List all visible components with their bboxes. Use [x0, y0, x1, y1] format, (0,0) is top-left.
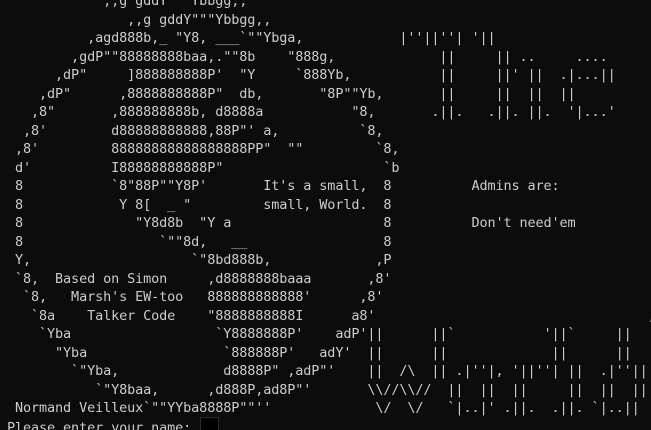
banner-line: ,8" ,888888888b, d8888a "8, .||. .||. ||… — [31, 104, 616, 120]
banner-line: 8 `""8d, __ 8 — [15, 233, 392, 250]
banner-line: "Yba `888888P' adY' || || || || — [55, 344, 632, 361]
banner-line: `8, Marsh's EW-too 888888888888' ,8' — [23, 289, 384, 305]
banner-line: 8 `8"88P""Y8P' It's a small, 8 Admins ar… — [15, 178, 560, 194]
banner-line: ,8' 88888888888888888PP" "" `8, — [15, 141, 400, 157]
banner-line: 8 "Y8d8b "Y a 8 Don't need'em — [15, 215, 576, 231]
text-cursor — [200, 416, 220, 430]
banner-line: `8a Talker Code "8888888888I a8' , — [31, 307, 651, 324]
banner-line: `"Yba, d8888P" ,adP"' || /\ || .|''|, '|… — [71, 363, 648, 379]
banner-line: Normand Veilleux`""YYba8888P""'' \/ \/ `… — [15, 400, 640, 416]
terminal-window[interactable]: ,,g gddY"""Ybbgg,, ,,g gddY"""Ybbgg,, ,a… — [7, 0, 651, 430]
banner-line: ,gdP""88888888baa,.""8b "888g, || || .. … — [71, 48, 608, 65]
talker-welcome-banner: ,,g gddY"""Ybbgg,, ,,g gddY"""Ybbgg,, ,a… — [7, 0, 651, 418]
name-prompt-label: Please enter your name: — [7, 419, 192, 430]
banner-line: ,dP" ]888888888P' "Y `888Yb, || ||' || .… — [55, 67, 616, 83]
banner-line: 8 Y 8[ _ " small, World. 8 — [15, 196, 392, 213]
banner-line: Y, `"8bd888b, ,P — [15, 252, 392, 268]
banner-line: ,agd888b,_ "Y8, ___`""Ybga, |''||''| '|| — [87, 30, 496, 46]
banner-line: `Yba `Y8888888P' adP'|| ||` '||` || — [39, 326, 632, 342]
banner-line: `"Y8baa, ,d888P,ad8P"' \\//\\// || || ||… — [95, 381, 648, 398]
banner-line: ,dP" ,8888888888P" db, "8P""Yb, || || ||… — [39, 85, 576, 102]
name-prompt-line[interactable]: Please enter your name: — [7, 416, 651, 430]
banner-line: `8, Based on Simon ,d8888888baaa ,8' — [15, 270, 392, 287]
banner-line: ,,g gddY"""Ybbgg,, — [127, 11, 272, 28]
banner-line: ,,g gddY"""Ybbgg,, — [103, 0, 248, 9]
banner-line: d' I88888888888P" `b — [15, 159, 400, 176]
banner-line: ,8' d88888888888,88P"' a, `8, — [23, 122, 384, 139]
terminal-screen: ,,g gddY"""Ybbgg,, ,,g gddY"""Ybbgg,, ,a… — [7, 0, 651, 430]
